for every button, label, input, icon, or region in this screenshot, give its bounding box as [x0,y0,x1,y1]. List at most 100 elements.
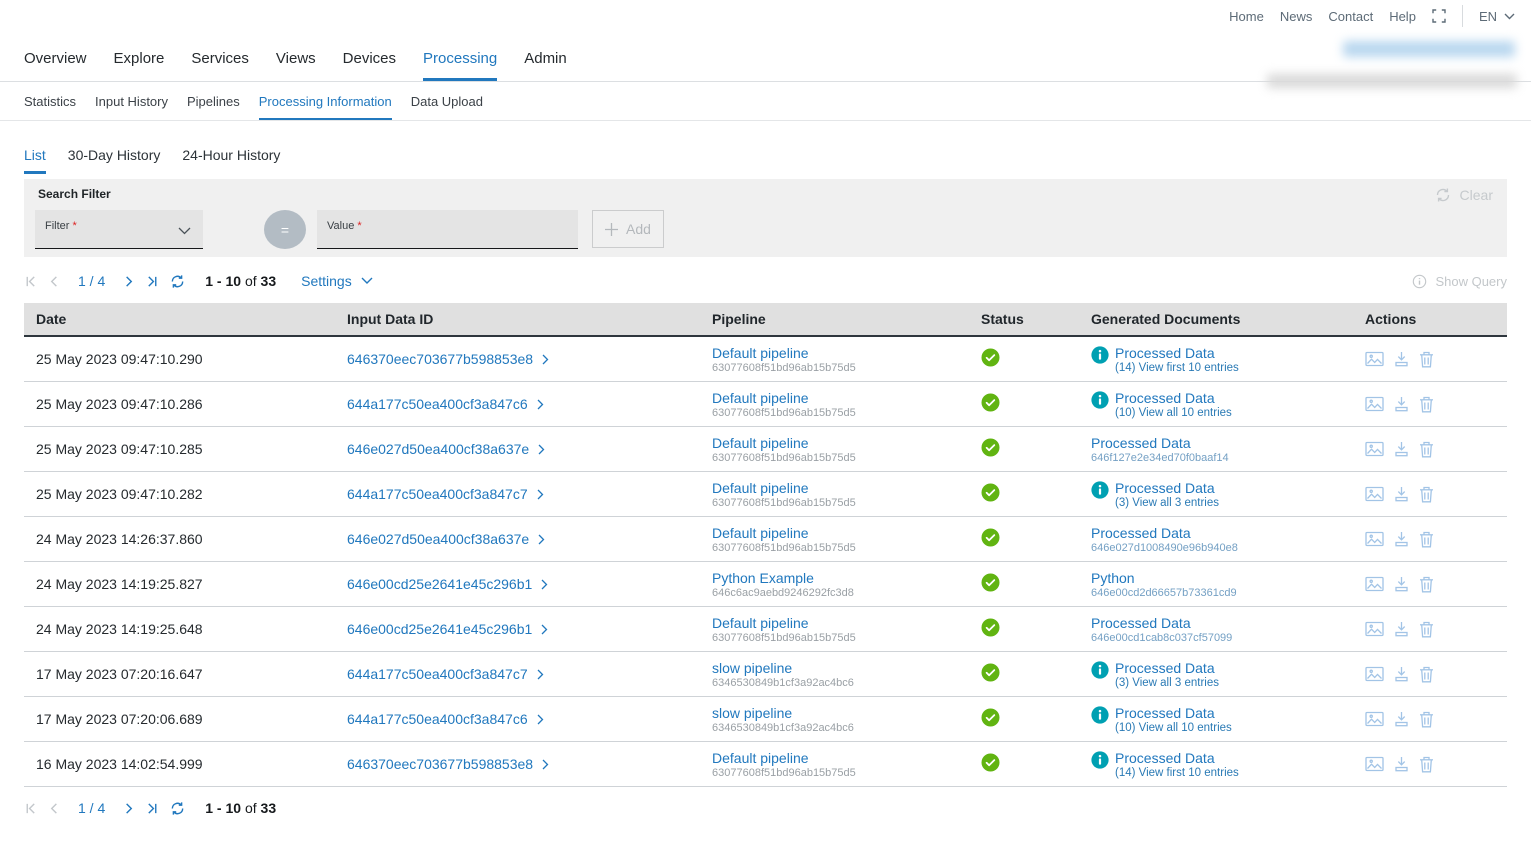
generated-doc-sub[interactable]: (10) View all 10 entries [1115,722,1232,734]
pipeline-link[interactable]: slow pipeline [712,705,969,721]
tab-24-hour-history[interactable]: 24-Hour History [182,147,280,174]
generated-doc-link[interactable]: Processed Data [1115,390,1232,406]
generated-doc-link[interactable]: Processed Data [1115,705,1232,721]
generated-doc-link[interactable]: Processed Data [1115,480,1219,496]
input-data-id-link[interactable]: 646e027d50ea400cf38a637e [347,531,545,547]
generated-doc-sub[interactable]: (3) View all 3 entries [1115,497,1219,509]
first-page-icon[interactable] [24,802,37,815]
pipeline-link[interactable]: Default pipeline [712,480,969,496]
previous-page-icon[interactable] [48,802,61,815]
download-icon[interactable] [1394,756,1409,772]
nav-admin[interactable]: Admin [524,50,567,81]
pipeline-link[interactable]: Default pipeline [712,345,969,361]
generated-doc-sub[interactable]: (14) View first 10 entries [1115,362,1239,374]
generated-doc-sub[interactable]: (3) View all 3 entries [1115,677,1219,689]
refresh-icon[interactable] [170,274,185,289]
previous-page-icon[interactable] [48,275,61,288]
generated-doc-link[interactable]: Processed Data [1091,525,1238,541]
image-icon[interactable] [1365,486,1384,502]
download-icon[interactable] [1394,396,1409,412]
delete-icon[interactable] [1419,621,1434,638]
next-page-icon[interactable] [122,802,135,815]
nav-explore[interactable]: Explore [114,50,165,81]
download-icon[interactable] [1394,351,1409,367]
nav-views[interactable]: Views [276,50,316,81]
topbar-link-help[interactable]: Help [1389,9,1416,24]
subnav-statistics[interactable]: Statistics [24,94,76,120]
subnav-data-upload[interactable]: Data Upload [411,94,483,120]
next-page-icon[interactable] [122,275,135,288]
delete-icon[interactable] [1419,531,1434,548]
input-data-id-link[interactable]: 644a177c50ea400cf3a847c6 [347,711,544,727]
nav-devices[interactable]: Devices [343,50,396,81]
last-page-icon[interactable] [146,802,159,815]
delete-icon[interactable] [1419,441,1434,458]
refresh-icon[interactable] [170,801,185,816]
generated-doc-link[interactable]: Processed Data [1091,435,1229,451]
delete-icon[interactable] [1419,666,1434,683]
delete-icon[interactable] [1419,576,1434,593]
delete-icon[interactable] [1419,711,1434,728]
last-page-icon[interactable] [146,275,159,288]
input-data-id-link[interactable]: 646370eec703677b598853e8 [347,351,549,367]
image-icon[interactable] [1365,666,1384,682]
doc-info-icon[interactable] [1091,751,1109,769]
clear-filter-button[interactable]: Clear [1435,187,1493,203]
fullscreen-icon[interactable] [1432,9,1446,23]
subnav-input-history[interactable]: Input History [95,94,168,120]
image-icon[interactable] [1365,531,1384,547]
pipeline-link[interactable]: Python Example [712,570,969,586]
generated-doc-link[interactable]: Processed Data [1091,615,1232,631]
download-icon[interactable] [1394,711,1409,727]
pipeline-link[interactable]: Default pipeline [712,750,969,766]
pipeline-link[interactable]: Default pipeline [712,615,969,631]
generated-doc-sub[interactable]: (14) View first 10 entries [1115,767,1239,779]
image-icon[interactable] [1365,621,1384,637]
delete-icon[interactable] [1419,396,1434,413]
generated-doc-sub[interactable]: 646e00cd1cab8c037cf57099 [1091,632,1232,644]
generated-doc-sub[interactable]: (10) View all 10 entries [1115,407,1232,419]
nav-overview[interactable]: Overview [24,50,87,81]
download-icon[interactable] [1394,576,1409,592]
doc-info-icon[interactable] [1091,346,1109,364]
image-icon[interactable] [1365,756,1384,772]
show-query-button[interactable]: Show Query [1412,274,1507,289]
add-filter-button[interactable]: Add [592,210,664,248]
language-selector[interactable]: EN [1479,9,1515,24]
doc-info-icon[interactable] [1091,481,1109,499]
topbar-link-contact[interactable]: Contact [1328,9,1373,24]
subnav-processing-information[interactable]: Processing Information [259,94,392,120]
generated-doc-link[interactable]: Processed Data [1115,660,1219,676]
doc-info-icon[interactable] [1091,661,1109,679]
input-data-id-link[interactable]: 646e00cd25e2641e45c296b1 [347,576,548,592]
settings-button[interactable]: Settings [301,273,373,289]
generated-doc-sub[interactable]: 646e00cd2d66657b73361cd9 [1091,587,1237,599]
topbar-link-home[interactable]: Home [1229,9,1264,24]
pipeline-link[interactable]: Default pipeline [712,525,969,541]
input-data-id-link[interactable]: 644a177c50ea400cf3a847c6 [347,396,544,412]
generated-doc-sub[interactable]: 646e027d1008490e96b940e8 [1091,542,1238,554]
download-icon[interactable] [1394,531,1409,547]
download-icon[interactable] [1394,486,1409,502]
filter-select[interactable]: Filter * [35,210,203,249]
pipeline-link[interactable]: slow pipeline [712,660,969,676]
topbar-link-news[interactable]: News [1280,9,1313,24]
download-icon[interactable] [1394,441,1409,457]
image-icon[interactable] [1365,441,1384,457]
first-page-icon[interactable] [24,275,37,288]
input-data-id-link[interactable]: 644a177c50ea400cf3a847c7 [347,486,544,502]
input-data-id-link[interactable]: 646370eec703677b598853e8 [347,756,549,772]
input-data-id-link[interactable]: 646e027d50ea400cf38a637e [347,441,545,457]
delete-icon[interactable] [1419,351,1434,368]
pipeline-link[interactable]: Default pipeline [712,390,969,406]
input-data-id-link[interactable]: 644a177c50ea400cf3a847c7 [347,666,544,682]
value-input[interactable]: Value * [317,210,578,249]
doc-info-icon[interactable] [1091,706,1109,724]
tab-30-day-history[interactable]: 30-Day History [68,147,161,174]
generated-doc-sub[interactable]: 646f127e2e34ed70f0baaf14 [1091,452,1229,464]
tab-list[interactable]: List [24,147,46,174]
image-icon[interactable] [1365,576,1384,592]
delete-icon[interactable] [1419,756,1434,773]
image-icon[interactable] [1365,351,1384,367]
generated-doc-link[interactable]: Processed Data [1115,345,1239,361]
